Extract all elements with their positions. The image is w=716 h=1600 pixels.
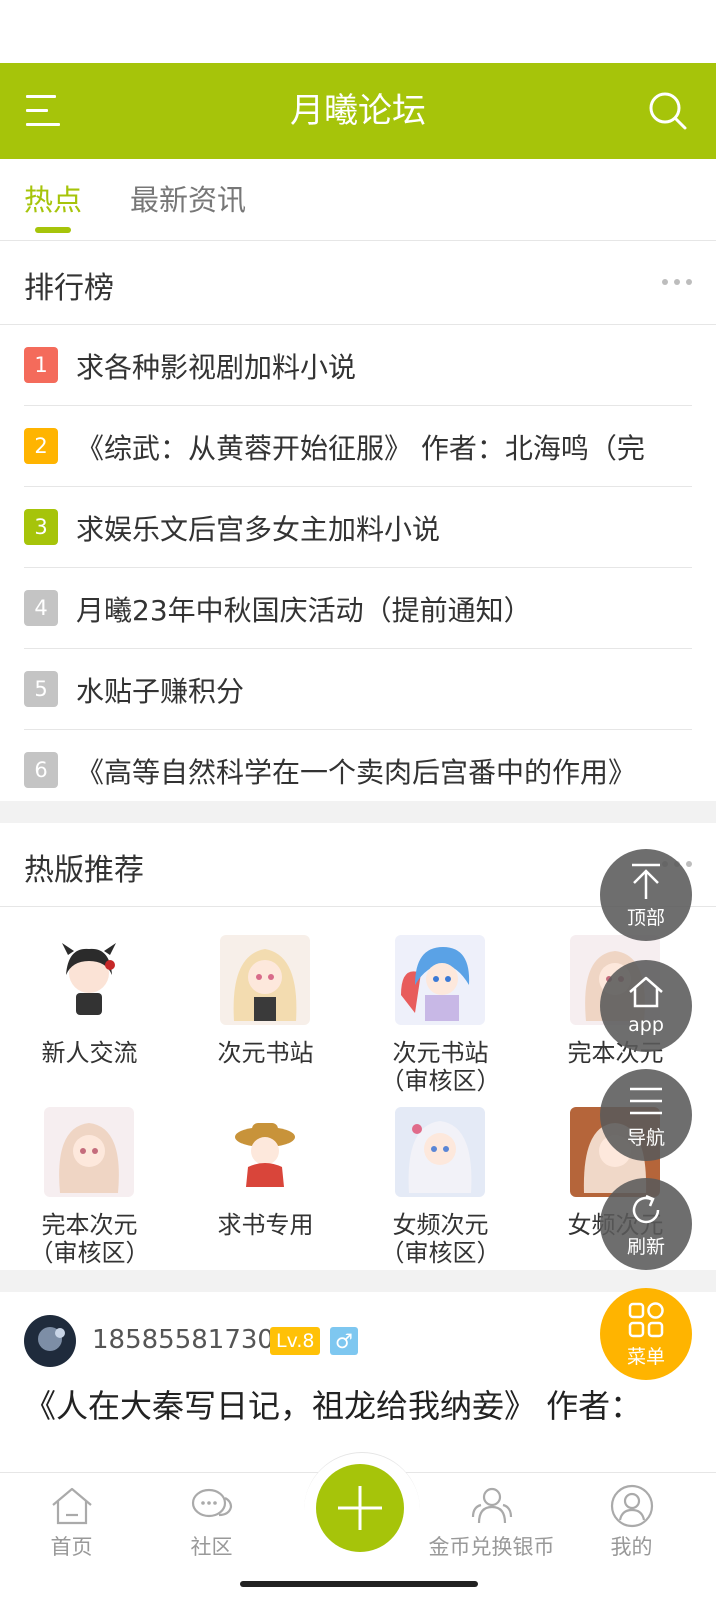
forum-name: 女频次元 (392, 1211, 489, 1239)
back-to-top-button[interactable]: 顶部 (600, 849, 692, 941)
level-badge: Lv.8 (270, 1327, 321, 1355)
rank-badge: 2 (24, 428, 58, 464)
nav-exchange[interactable]: 金币兑换银币 (420, 1483, 563, 1561)
tab-active-indicator (35, 227, 71, 233)
ranking-item-title: 求各种影视剧加料小说 (76, 351, 357, 384)
float-button-label: 导航 (626, 1127, 665, 1149)
rank-badge: 6 (24, 752, 58, 788)
users-icon (469, 1483, 515, 1529)
forum-name: 求书专用 (217, 1211, 314, 1239)
ranking-item-title: 求娱乐文后宫多女主加料小说 (76, 513, 441, 546)
forum-name: 次元书站 (217, 1039, 314, 1067)
home-icon (49, 1483, 95, 1529)
nav-label: 首页 (50, 1535, 93, 1559)
ranking-item-title: 《高等自然科学在一个卖肉后宫番中的作用》 (76, 756, 637, 789)
nav-label: 金币兑换银币 (428, 1535, 555, 1559)
anime-girl-white-hair-icon (395, 1107, 485, 1197)
plus-icon (338, 1486, 382, 1530)
ranking-header: 排行榜 (0, 241, 716, 325)
nav-label: 社区 (190, 1535, 233, 1559)
nav-profile[interactable]: 我的 (560, 1483, 703, 1561)
avatar[interactable] (24, 1315, 76, 1367)
post-username[interactable]: 18585581730 (92, 1325, 274, 1355)
tab-latest-news[interactable]: 最新资讯 (130, 177, 246, 219)
float-button-label: app (628, 1014, 664, 1036)
app-button[interactable]: app (600, 960, 692, 1052)
anime-chibi-hat-icon (220, 1107, 310, 1197)
rank-badge: 1 (24, 347, 58, 383)
tab-hot[interactable]: 热点 (24, 177, 82, 219)
ranking-item[interactable]: 6 《高等自然科学在一个卖肉后宫番中的作用》 (24, 730, 692, 811)
rank-badge: 5 (24, 671, 58, 707)
anime-girl-blonde-icon (220, 935, 310, 1025)
add-post-button[interactable] (316, 1464, 404, 1552)
ranking-item-title: 《综武：从黄蓉开始征服》 作者：北海鸣（完 (76, 432, 645, 465)
search-icon[interactable] (648, 91, 688, 131)
menu-lines-icon (626, 1081, 666, 1121)
gender-male-icon: ♂ (330, 1327, 358, 1355)
forum-name: 新人交流 (41, 1039, 138, 1067)
float-button-label: 顶部 (626, 907, 665, 929)
app-header: 月曦论坛 (0, 63, 716, 159)
ranking-item[interactable]: 1 求各种影视剧加料小说 (24, 325, 692, 406)
anime-girl-blue-hair-icon (395, 935, 485, 1025)
forum-name: 完本次元 (41, 1211, 138, 1239)
menu-float-button[interactable]: 菜单 (600, 1288, 692, 1380)
refresh-icon (626, 1190, 666, 1230)
ranking-item-title: 水贴子赚积分 (76, 675, 245, 708)
forum-name-sub: （审核区） (380, 1067, 501, 1095)
tab-bar: 热点 最新资讯 (0, 159, 716, 241)
forum-name-sub: （审核区） (29, 1239, 150, 1267)
hot-forums-title: 热版推荐 (24, 853, 144, 888)
ranking-item-title: 月曦23年中秋国庆活动（提前通知） (76, 594, 532, 627)
page-title: 月曦论坛 (290, 91, 426, 131)
forum-name: 次元书站 (392, 1039, 489, 1067)
anime-girl-dark-hair-icon (44, 935, 134, 1025)
ranking-list: 1 求各种影视剧加料小说 2 《综武：从黄蓉开始征服》 作者：北海鸣（完 3 求… (24, 325, 692, 811)
section-divider (0, 801, 716, 823)
more-icon[interactable] (662, 279, 692, 287)
ranking-item[interactable]: 2 《综武：从黄蓉开始征服》 作者：北海鸣（完 (24, 406, 692, 487)
forum-name-sub: （审核区） (380, 1239, 501, 1267)
rank-badge: 4 (24, 590, 58, 626)
grid-icon (626, 1300, 666, 1340)
section-divider (0, 1270, 716, 1292)
nav-community[interactable]: 社区 (140, 1483, 283, 1561)
rank-badge: 3 (24, 509, 58, 545)
home-icon (626, 972, 666, 1012)
ranking-item[interactable]: 4 月曦23年中秋国庆活动（提前通知） (24, 568, 692, 649)
chat-bubbles-icon (189, 1483, 235, 1529)
anime-girl-pink-icon (44, 1107, 134, 1197)
status-bar (0, 0, 716, 63)
home-indicator (240, 1581, 478, 1587)
post-title[interactable]: 《人在大秦写日记，祖龙给我纳妾》 作者： (24, 1381, 704, 1427)
float-button-label: 菜单 (626, 1346, 665, 1368)
float-button-label: 刷新 (626, 1236, 665, 1258)
ranking-title: 排行榜 (24, 271, 114, 306)
navigation-button[interactable]: 导航 (600, 1069, 692, 1161)
user-icon (609, 1483, 655, 1529)
ranking-item[interactable]: 3 求娱乐文后宫多女主加料小说 (24, 487, 692, 568)
nav-home[interactable]: 首页 (0, 1483, 143, 1561)
arrow-to-top-icon (626, 861, 666, 901)
ranking-item[interactable]: 5 水贴子赚积分 (24, 649, 692, 730)
nav-label: 我的 (610, 1535, 653, 1559)
refresh-button[interactable]: 刷新 (600, 1178, 692, 1270)
